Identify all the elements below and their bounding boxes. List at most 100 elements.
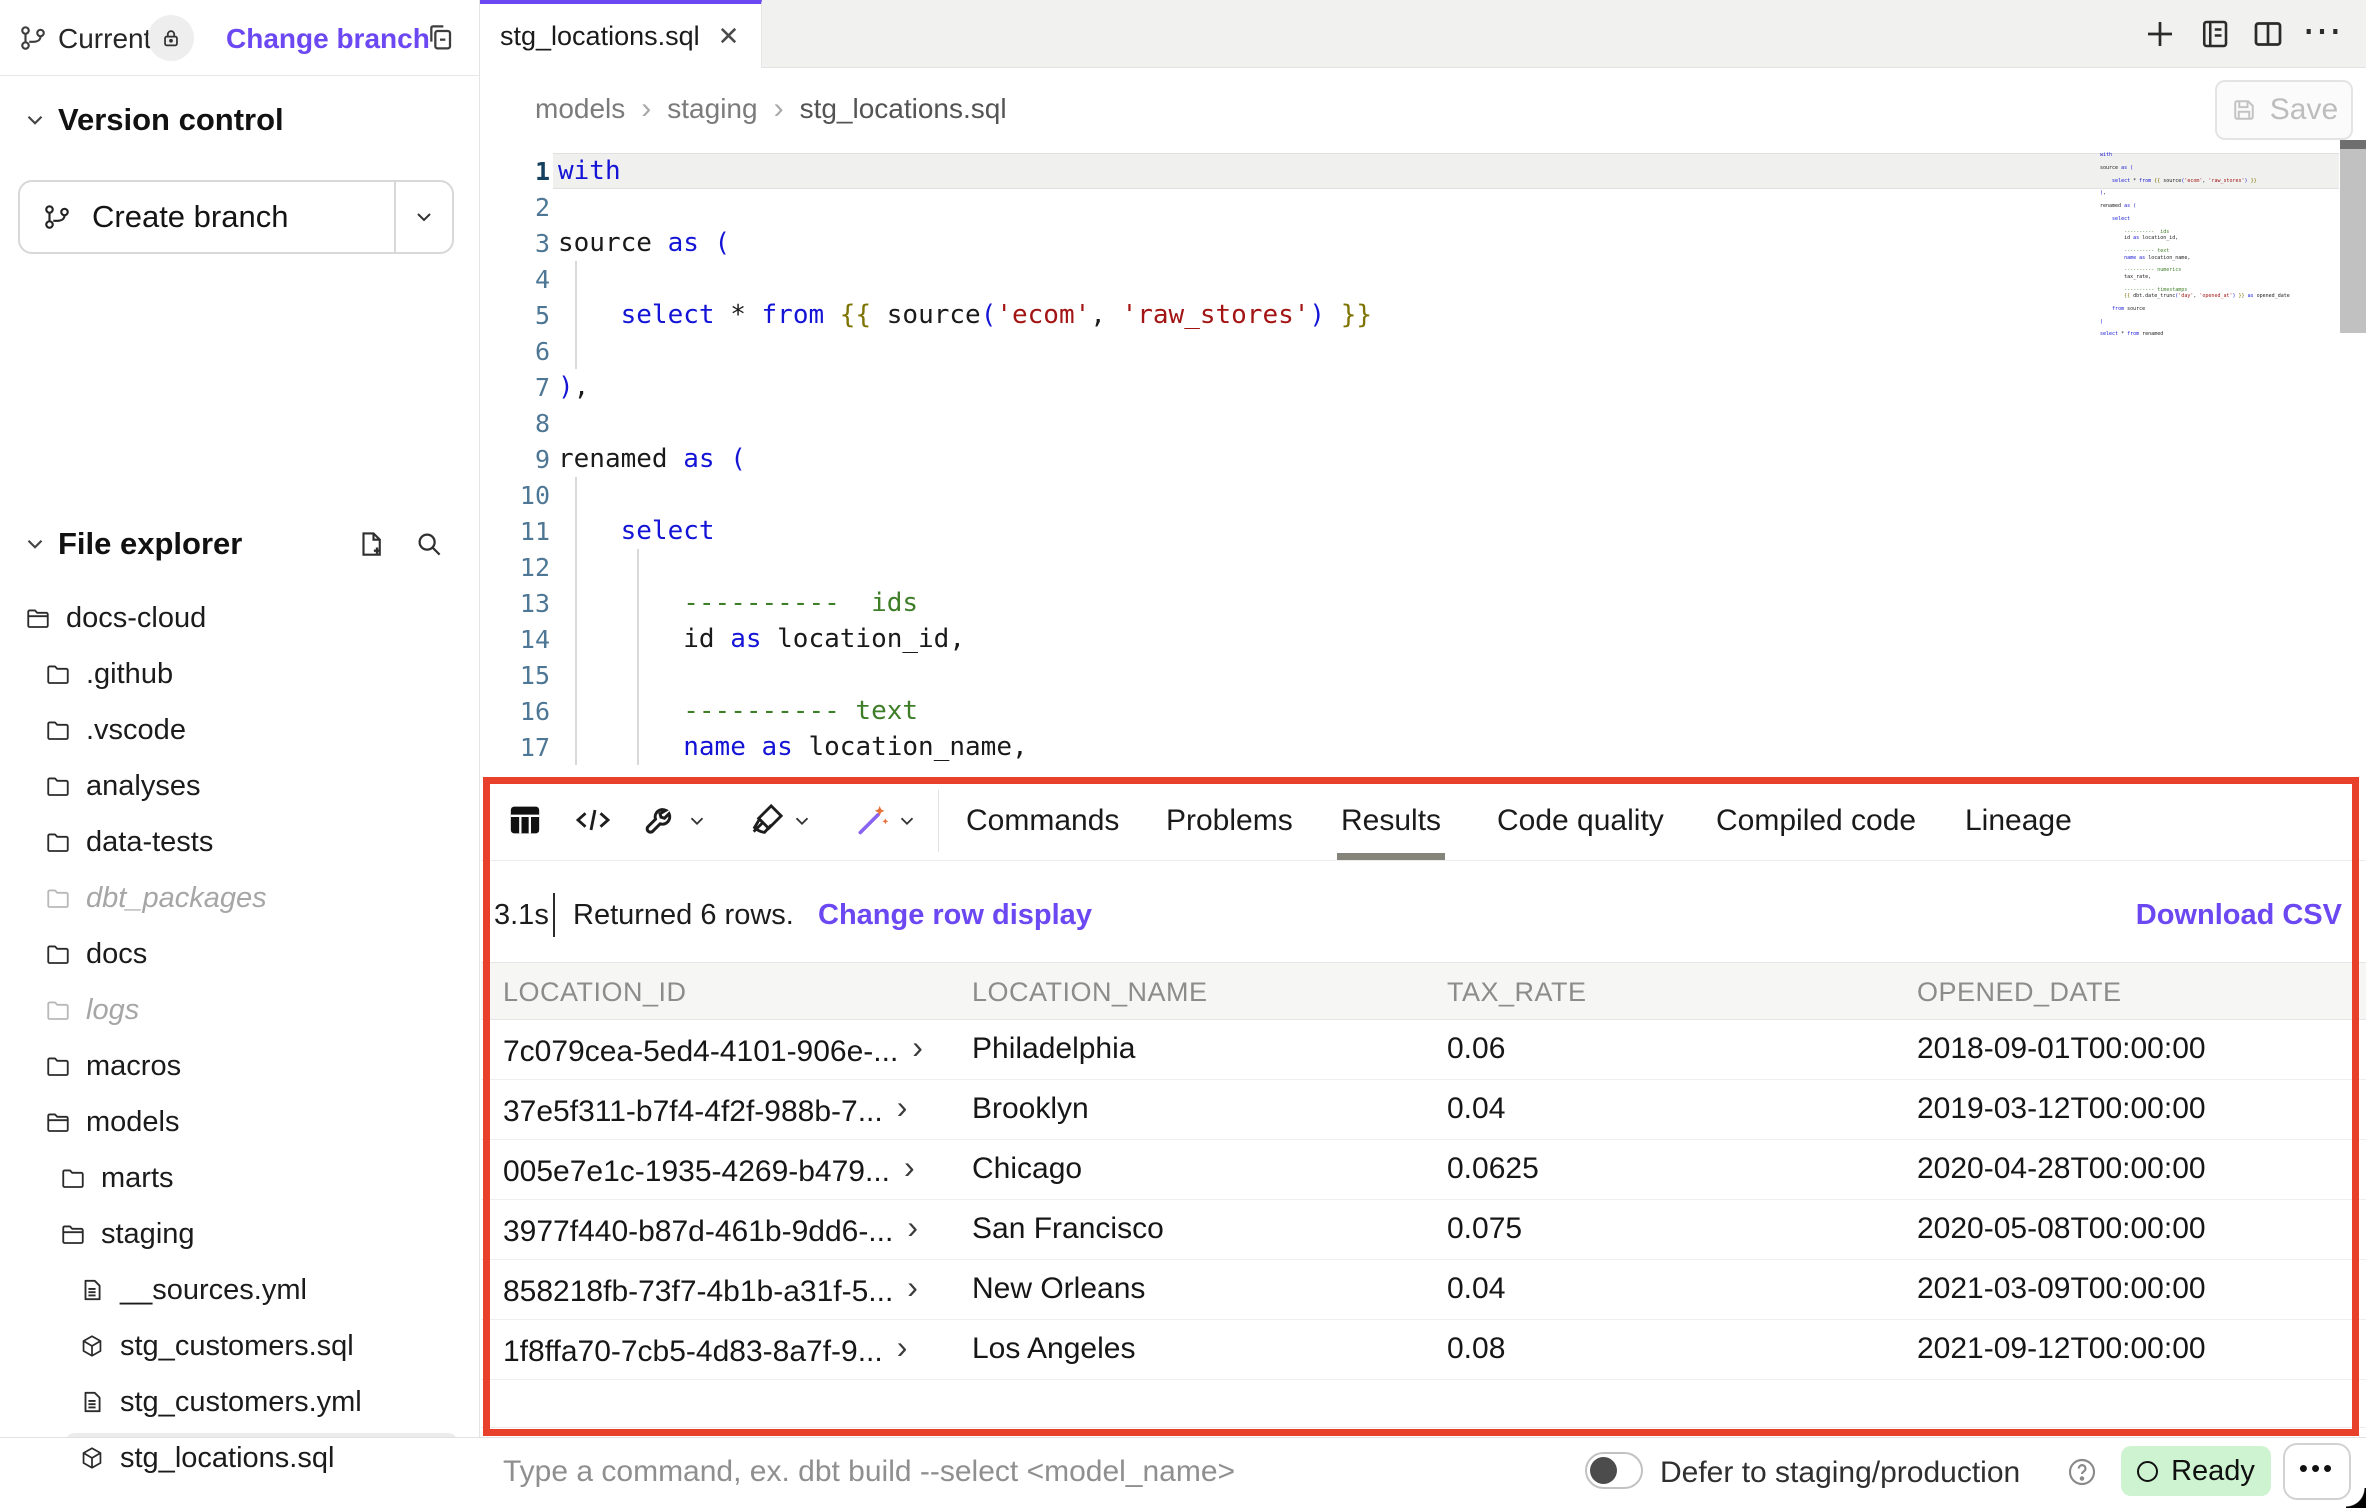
sidebar-item-dbt-packages[interactable]: dbt_packages	[0, 870, 480, 926]
table-row[interactable]: 37e5f311-b7f4-4f2f-988b-7...›Brooklyn0.0…	[481, 1080, 2366, 1140]
change-row-display-link[interactable]: Change row display	[818, 899, 1092, 932]
table-row[interactable]: 7c079cea-5ed4-4101-906e-...›Philadelphia…	[481, 1020, 2366, 1080]
minimap[interactable]: with source as ( select * from {{ source…	[2100, 152, 2250, 338]
scrollbar-marker	[2340, 140, 2366, 149]
expand-cell-icon[interactable]: ›	[897, 1089, 908, 1126]
table-row[interactable]: 858218fb-73f7-4b1b-a31f-5...›New Orleans…	[481, 1260, 2366, 1320]
version-control-title: Version control	[58, 102, 284, 138]
sidebar-item-docs-cloud[interactable]: docs-cloud	[0, 590, 480, 646]
download-csv-link[interactable]: Download CSV	[2136, 899, 2342, 932]
sidebar-item-sources-yml[interactable]: __sources.yml	[0, 1262, 480, 1318]
create-branch-main[interactable]: Create branch	[20, 182, 396, 252]
file-label: __sources.yml	[120, 1274, 307, 1307]
cell-location-name: New Orleans	[972, 1272, 1145, 1306]
results-table-header: LOCATION_IDLOCATION_NAMETAX_RATEOPENED_D…	[481, 962, 2366, 1020]
sidebar-item-docs[interactable]: docs	[0, 926, 480, 982]
file-icon	[79, 1277, 105, 1303]
current-branch-label: Current	[58, 23, 151, 55]
sidebar-item-github[interactable]: .github	[0, 646, 480, 702]
sidebar-item-marts[interactable]: marts	[0, 1150, 480, 1206]
panel-tab-results[interactable]: Results	[1341, 782, 1441, 860]
chevron-down-icon[interactable]	[896, 810, 918, 832]
panel-tab-commands[interactable]: Commands	[966, 782, 1119, 860]
panel-tab-code-quality[interactable]: Code quality	[1497, 782, 1664, 860]
breadcrumb-item: stg_locations.sql	[800, 93, 1007, 125]
table-row[interactable]: 3977f440-b87d-461b-9dd6-...›San Francisc…	[481, 1200, 2366, 1260]
new-file-icon[interactable]	[356, 529, 386, 559]
folder-open-icon	[25, 605, 51, 631]
save-button[interactable]: Save	[2215, 80, 2353, 140]
table-row[interactable]: 005e7e1c-1935-4269-b479...›Chicago0.0625…	[481, 1140, 2366, 1200]
command-input[interactable]: Type a command, ex. dbt build --select <…	[503, 1455, 1235, 1489]
cell-tax-rate: 0.075	[1447, 1212, 1522, 1246]
code-editor[interactable]: 1with23source as (45 select * from {{ so…	[480, 150, 2366, 782]
panel-tab-problems[interactable]: Problems	[1166, 782, 1293, 860]
code-line: 7),	[480, 369, 2366, 405]
ide-status-label: Ready	[2171, 1455, 2255, 1488]
ai-fix-icon[interactable]	[852, 800, 892, 840]
split-editor-icon[interactable]	[2250, 16, 2286, 52]
more-options-icon[interactable]: ⋯	[2302, 8, 2344, 54]
sidebar-item-logs[interactable]: logs	[0, 982, 480, 1038]
close-icon[interactable]: ✕	[718, 21, 740, 52]
defer-toggle[interactable]	[1585, 1452, 1643, 1489]
sidebar-item-macros[interactable]: macros	[0, 1038, 480, 1094]
folder-icon	[45, 885, 71, 911]
sidebar-item-stg-customers-sql[interactable]: stg_customers.sql	[0, 1318, 480, 1374]
search-icon[interactable]	[414, 529, 444, 559]
table-row[interactable]: 1f8ffa70-7cb5-4d83-8a7f-9...›Los Angeles…	[481, 1320, 2366, 1380]
create-branch-button[interactable]: Create branch	[18, 180, 454, 254]
cell-location-name: Philadelphia	[972, 1032, 1135, 1066]
results-table-icon[interactable]	[505, 800, 545, 840]
breadcrumb-separator: ›	[774, 92, 784, 126]
build-tools-icon[interactable]	[642, 800, 682, 840]
code-line: 6	[480, 333, 2366, 369]
sidebar-item-analyses[interactable]: analyses	[0, 758, 480, 814]
sidebar-item-staging[interactable]: staging	[0, 1206, 480, 1262]
column-header-opened_date: OPENED_DATE	[1917, 977, 2122, 1008]
sidebar-item-stg-customers-yml[interactable]: stg_customers.yml	[0, 1374, 480, 1430]
sidebar-item-data-tests[interactable]: data-tests	[0, 814, 480, 870]
cell-location-id: 37e5f311-b7f4-4f2f-988b-7...›	[503, 1092, 907, 1129]
new-tab-icon[interactable]	[2142, 16, 2178, 52]
expand-cell-icon[interactable]: ›	[907, 1269, 918, 1306]
line-number: 9	[480, 445, 558, 474]
more-actions-button[interactable]: •••	[2283, 1443, 2351, 1500]
chevron-down-icon[interactable]	[22, 107, 48, 133]
tab-label: stg_locations.sql	[500, 21, 700, 52]
change-branch-link[interactable]: Change branch	[226, 23, 430, 55]
code-line: 4	[480, 261, 2366, 297]
panel-tab-lineage[interactable]: Lineage	[1965, 782, 2072, 860]
code-line: 16 ---------- text	[480, 693, 2366, 729]
file-label: models	[86, 1106, 180, 1139]
sidebar-item-models[interactable]: models	[0, 1094, 480, 1150]
chevron-down-icon[interactable]	[686, 810, 708, 832]
expand-cell-icon[interactable]: ›	[897, 1329, 908, 1366]
line-number: 10	[480, 481, 558, 510]
ide-status-button[interactable]: Ready	[2121, 1446, 2271, 1496]
cell-tax-rate: 0.08	[1447, 1332, 1505, 1366]
create-branch-dropdown[interactable]	[394, 182, 452, 252]
format-code-icon[interactable]	[747, 800, 787, 840]
code-preview-icon[interactable]	[573, 800, 613, 840]
expand-cell-icon[interactable]: ›	[904, 1149, 915, 1186]
tab-stg-locations-sql[interactable]: stg_locations.sql ✕	[480, 0, 762, 68]
cell-opened-date: 2021-09-12T00:00:00	[1917, 1332, 2206, 1366]
code-line: 12	[480, 549, 2366, 585]
breadcrumb-item: models	[535, 93, 625, 125]
expand-cell-icon[interactable]: ›	[912, 1029, 923, 1066]
cell-tax-rate: 0.0625	[1447, 1152, 1539, 1186]
changelog-icon[interactable]	[2196, 16, 2232, 52]
help-icon[interactable]	[2066, 1456, 2098, 1488]
line-number: 1	[480, 157, 558, 186]
chevron-down-icon[interactable]	[22, 531, 48, 557]
sidebar-item-vscode[interactable]: .vscode	[0, 702, 480, 758]
line-number: 13	[480, 589, 558, 618]
copy-icon[interactable]	[424, 21, 456, 53]
scrollbar-thumb[interactable]	[2340, 149, 2366, 333]
panel-tab-compiled-code[interactable]: Compiled code	[1716, 782, 1916, 860]
chevron-down-icon[interactable]	[791, 810, 813, 832]
expand-cell-icon[interactable]: ›	[907, 1209, 918, 1246]
table-bottom-divider	[481, 1427, 2366, 1428]
editor-tabstrip: stg_locations.sql ✕ ⋯	[480, 0, 2366, 68]
